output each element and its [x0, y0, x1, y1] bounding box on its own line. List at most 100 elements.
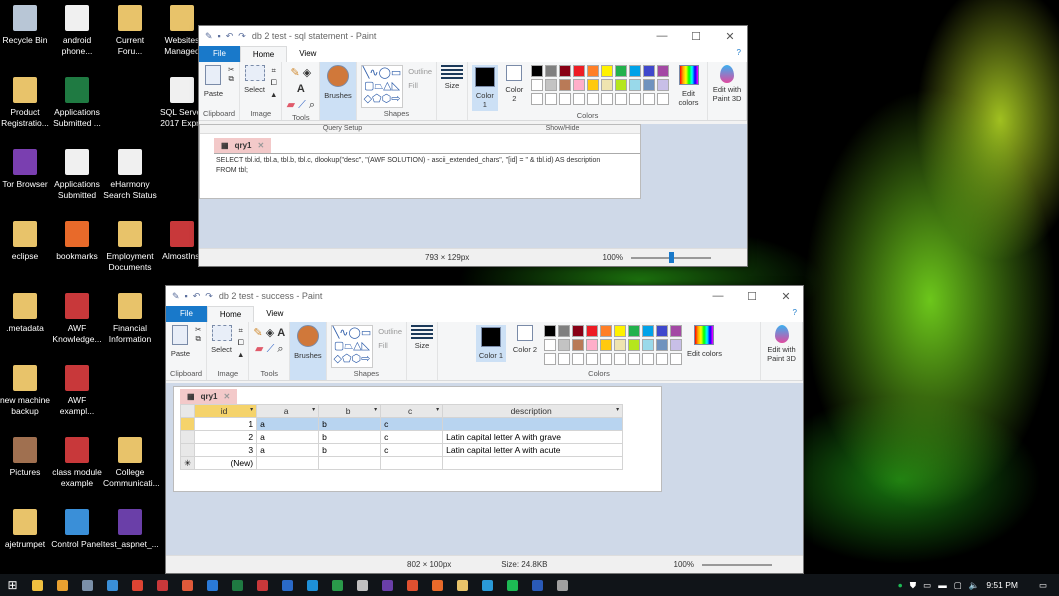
table-row[interactable]: 3 a b c Latin capital letter A with acute — [179, 443, 624, 457]
table-cell[interactable]: b — [318, 443, 382, 457]
palette-color[interactable] — [544, 65, 557, 77]
palette-color[interactable] — [572, 65, 585, 77]
cut-icon[interactable]: ✂ — [195, 325, 201, 334]
row-selector[interactable] — [179, 443, 196, 457]
table-row[interactable]: 1abc — [179, 417, 624, 431]
notifications-icon[interactable]: ▭ — [1039, 580, 1047, 591]
paint-window-success[interactable]: ✎ ▪ ↶ ↷ db 2 test - success - Paint — ☐ ✕ Fil… — [165, 285, 804, 574]
outline-button[interactable]: Outline — [378, 327, 402, 336]
edit-with-paint3d-button[interactable]: Edit with Paint 3D — [761, 322, 803, 380]
size-button[interactable]: Size — [437, 62, 469, 120]
palette-empty-slot[interactable] — [599, 353, 612, 365]
palette-color[interactable] — [599, 339, 612, 351]
palette-color[interactable] — [585, 339, 598, 351]
taskbar-app-button[interactable] — [475, 574, 500, 596]
table-cell[interactable]: a — [256, 417, 320, 431]
paste-button[interactable]: Paste — [204, 65, 223, 98]
close-tab-icon[interactable]: ✕ — [223, 392, 230, 401]
desktop-icon[interactable]: class module example — [50, 437, 104, 489]
palette-empty-slot[interactable] — [544, 93, 557, 105]
quick-access-toolbar[interactable]: ✎ ▪ ↶ ↷ — [205, 31, 246, 42]
color2-button[interactable]: Color 2 — [503, 65, 526, 103]
palette-color[interactable] — [586, 65, 599, 77]
desktop-icon[interactable]: Financial Information — [103, 293, 157, 345]
taskbar-app-button[interactable] — [50, 574, 75, 596]
brushes-button[interactable]: Brushes — [290, 322, 327, 380]
spotify-tray-icon[interactable]: ● — [898, 580, 903, 590]
tab-view[interactable]: View — [287, 46, 328, 62]
palette-color[interactable] — [669, 325, 682, 337]
palette-color[interactable] — [600, 65, 613, 77]
palette-empty-slot[interactable] — [614, 93, 627, 105]
taskbar-app-button[interactable] — [325, 574, 350, 596]
table-cell[interactable]: 2 — [194, 430, 258, 444]
desktop-icon[interactable]: Employment Documents — [103, 221, 157, 273]
palette-color[interactable] — [613, 339, 626, 351]
palette-color[interactable] — [641, 339, 654, 351]
quick-access-toolbar[interactable]: ✎ ▪ ↶ ↷ — [172, 291, 213, 302]
desktop-icon[interactable]: AWF Knowledge... — [50, 293, 104, 345]
palette-empty-slot[interactable] — [613, 353, 626, 365]
color1-button[interactable]: Color 1 — [475, 325, 506, 362]
zoom-slider[interactable] — [702, 563, 772, 566]
select-button[interactable]: Select — [244, 65, 265, 94]
taskbar-app-button[interactable] — [275, 574, 300, 596]
undo-icon[interactable]: ↶ — [193, 291, 201, 302]
palette-color[interactable] — [543, 339, 556, 351]
taskbar-app-button[interactable] — [100, 574, 125, 596]
table-cell[interactable]: a — [256, 430, 320, 444]
maximize-button[interactable]: ☐ — [735, 290, 769, 303]
desktop-icon[interactable]: Tor Browser — [0, 149, 52, 190]
palette-color[interactable] — [669, 339, 682, 351]
query-tab[interactable]: ▦ qry1 ✕ — [180, 389, 238, 404]
magnifier-icon[interactable]: ⌕ — [277, 343, 283, 355]
palette-color[interactable] — [614, 79, 627, 91]
defender-icon[interactable]: ⛊ — [910, 580, 916, 591]
desktop-icon[interactable]: eclipse — [0, 221, 52, 262]
desktop-icon[interactable]: College Communicati... — [103, 437, 160, 489]
palette-color[interactable] — [557, 339, 570, 351]
palette-color[interactable] — [627, 325, 640, 337]
taskbar-app-button[interactable] — [500, 574, 525, 596]
column-header[interactable]: id ▾ — [194, 404, 258, 418]
eraser-icon[interactable]: ▰ — [287, 99, 295, 111]
color-picker-icon[interactable]: ⟋ — [267, 343, 275, 355]
sql-editor[interactable]: SELECT tbl.id, tbl.a, tbl.b, tbl.c, dloo… — [214, 153, 640, 199]
title-bar[interactable]: ✎ ▪ ↶ ↷ db 2 test - success - Paint — ☐ ✕ — [166, 286, 803, 306]
taskbar-app-button[interactable] — [450, 574, 475, 596]
taskbar-app-button[interactable] — [250, 574, 275, 596]
desktop-icon[interactable]: Control Panel — [50, 509, 104, 550]
redo-icon[interactable]: ↷ — [238, 31, 246, 42]
cut-icon[interactable]: ✂ — [228, 65, 234, 74]
palette-empty-slot[interactable] — [585, 353, 598, 365]
close-button[interactable]: ✕ — [769, 290, 803, 303]
palette-empty-slot[interactable] — [600, 93, 613, 105]
undo-icon[interactable]: ↶ — [226, 31, 234, 42]
taskbar-app-button[interactable] — [400, 574, 425, 596]
crop-icon[interactable]: ⌗ — [239, 326, 243, 335]
table-cell[interactable]: c — [380, 443, 444, 457]
paint-window-sql-statement[interactable]: ✎ ▪ ↶ ↷ db 2 test - sql statement - Paint —… — [198, 25, 748, 267]
desktop-icon[interactable]: .metadata — [0, 293, 52, 334]
palette-color[interactable] — [544, 79, 557, 91]
magnifier-icon[interactable]: ⌕ — [309, 99, 315, 111]
column-header[interactable]: c ▾ — [380, 404, 444, 418]
eraser-icon[interactable]: ▰ — [255, 343, 263, 355]
palette-empty-slot[interactable] — [558, 93, 571, 105]
desktop-icon[interactable]: Applications Submitted ... — [50, 77, 104, 129]
taskbar-app-button[interactable] — [300, 574, 325, 596]
rotate-icon[interactable]: ▲ — [237, 350, 244, 359]
table-cell[interactable]: Latin capital letter A with grave — [442, 430, 624, 444]
palette-empty-slot[interactable] — [628, 93, 641, 105]
fill-button[interactable]: Fill — [378, 341, 388, 350]
column-header[interactable]: b ▾ — [318, 404, 382, 418]
palette-empty-slot[interactable] — [627, 353, 640, 365]
redo-icon[interactable]: ↷ — [205, 291, 213, 302]
palette-empty-slot[interactable] — [641, 353, 654, 365]
palette-color[interactable] — [585, 325, 598, 337]
palette-color[interactable] — [627, 339, 640, 351]
table-cell[interactable]: c — [380, 430, 444, 444]
palette-color[interactable] — [642, 79, 655, 91]
color-picker-icon[interactable]: ⟋ — [298, 99, 306, 111]
palette-empty-slot[interactable] — [557, 353, 570, 365]
